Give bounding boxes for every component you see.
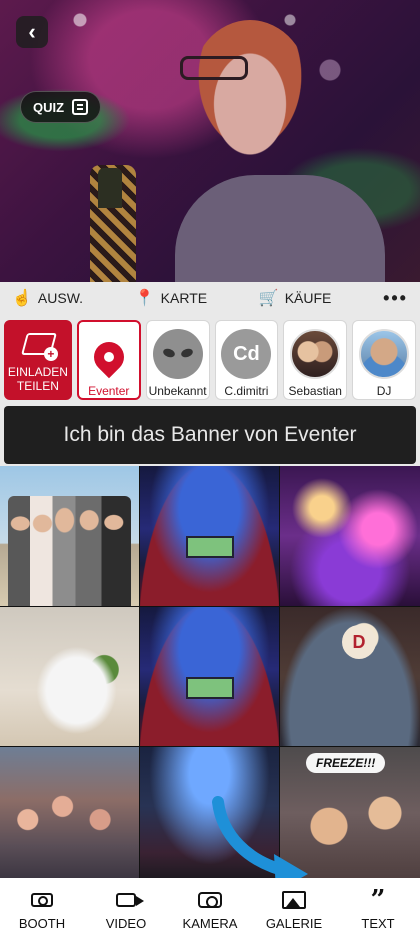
quiz-button[interactable]: QUIZ: [20, 91, 102, 123]
stage-screen: [186, 536, 234, 558]
nav-booth[interactable]: BOOTH: [7, 889, 77, 931]
nav-label: VIDEO: [105, 916, 147, 931]
bottom-nav: BOOTH VIDEO KAMERA GALERIE ” TEXT: [0, 878, 420, 936]
more-dots-icon: •••: [383, 287, 408, 308]
story-dj[interactable]: DJ: [352, 320, 416, 400]
gallery-photo[interactable]: [140, 607, 279, 746]
hero-bottle-neck: [98, 168, 122, 208]
nav-video[interactable]: VIDEO: [91, 889, 161, 931]
cart-icon: 🛒: [258, 290, 279, 307]
booth-camera-icon: [31, 889, 53, 911]
invite-label: EINLADEN TEILEN: [8, 365, 68, 393]
nav-text[interactable]: ” TEXT: [343, 885, 413, 931]
gallery-photo[interactable]: [0, 607, 139, 746]
map-pin-icon: [87, 335, 130, 378]
unknown-avatar: [152, 329, 203, 379]
map-pin-icon: 📍: [134, 290, 155, 307]
event-banner[interactable]: Ich bin das Banner von Eventer: [4, 406, 416, 464]
invite-label-line1: EINLADEN: [7, 365, 68, 379]
nav-label: GALERIE: [265, 916, 323, 931]
nav-label: BOOTH: [18, 916, 66, 931]
chevron-left-icon: ‹: [28, 19, 36, 44]
story-label: Sebastian: [288, 384, 342, 398]
quiz-label: QUIZ: [33, 99, 65, 115]
story-eventer[interactable]: Eventer: [76, 320, 141, 400]
story-unbekannt[interactable]: Unbekannt: [145, 320, 210, 400]
gallery-photo[interactable]: [140, 747, 279, 879]
story-sebastian[interactable]: Sebastian: [283, 320, 348, 400]
nav-kamera[interactable]: KAMERA: [175, 889, 245, 931]
balloon: D: [342, 625, 376, 659]
avatar: [359, 329, 410, 379]
select-label: AUSW.: [37, 290, 84, 306]
hero-person-body: [175, 175, 385, 282]
freeze-sign: FREEZE!!!: [306, 753, 386, 773]
map-button[interactable]: 📍 KARTE: [135, 288, 207, 308]
banner-container: Ich bin das Banner von Eventer: [0, 404, 420, 466]
alien-icon: [163, 345, 193, 363]
gallery-photo[interactable]: D: [280, 607, 420, 746]
hero-glasses: [180, 56, 248, 80]
purchases-button[interactable]: 🛒 KÄUFE: [259, 288, 332, 308]
story-label: Eventer: [88, 384, 130, 398]
gallery-photo[interactable]: [0, 466, 139, 606]
story-cdimitri[interactable]: Cd C.dimitri: [214, 320, 279, 400]
initials-avatar: Cd: [221, 329, 272, 379]
gallery-photo[interactable]: [0, 747, 139, 879]
participants-strip: EINLADEN TEILEN Eventer Unbekannt Cd C.d…: [0, 314, 420, 404]
story-label: C.dimitri: [224, 384, 269, 398]
quote-icon: ”: [370, 885, 386, 915]
nav-galerie[interactable]: GALERIE: [259, 889, 329, 931]
stage-screen: [186, 677, 234, 699]
more-button[interactable]: •••: [383, 288, 408, 309]
hero-person-head: [190, 20, 310, 160]
edit-icon: [72, 99, 89, 115]
nav-label: TEXT: [361, 916, 395, 931]
select-button[interactable]: ☝ AUSW.: [12, 288, 83, 308]
story-label: DJ: [376, 384, 392, 398]
photo-gallery: D FREEZE!!!: [0, 466, 420, 879]
gallery-photo[interactable]: [280, 466, 420, 606]
invite-label-line2: TEILEN: [16, 379, 59, 393]
invite-share-button[interactable]: EINLADEN TEILEN: [4, 320, 72, 400]
avatar: [290, 329, 341, 379]
back-button[interactable]: ‹: [16, 16, 48, 48]
video-icon: [116, 889, 144, 911]
gallery-photo[interactable]: [140, 466, 279, 606]
send-plus-icon: [20, 331, 58, 361]
nav-label: KAMERA: [182, 916, 238, 931]
event-screen: ‹ QUIZ ☝ AUSW. 📍 KARTE 🛒 KÄUFE ••• EINLA…: [0, 0, 420, 936]
group-people: [8, 496, 131, 606]
gallery-icon: [282, 889, 306, 911]
eventer-avatar: [84, 330, 134, 379]
purchases-label: KÄUFE: [284, 290, 332, 306]
camera-icon: [198, 889, 222, 911]
map-label: KARTE: [160, 290, 208, 306]
gallery-photo[interactable]: FREEZE!!!: [280, 747, 420, 879]
hand-pointer-icon: ☝: [12, 290, 32, 307]
hero-photo[interactable]: ‹ QUIZ: [0, 0, 420, 282]
story-label: Unbekannt: [148, 384, 207, 398]
action-toolbar: ☝ AUSW. 📍 KARTE 🛒 KÄUFE •••: [0, 282, 420, 314]
